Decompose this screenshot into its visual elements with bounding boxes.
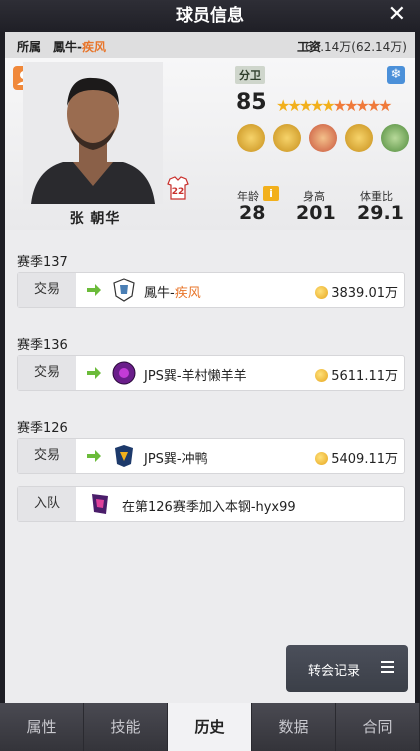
team-logo-icon xyxy=(115,445,133,467)
star-rating: ★★★★★★★★★★ xyxy=(276,96,393,115)
player-card: 22 张 朝华 分卫 ❄ 85 ★★★★★★★★★★ 年龄 i 28 身高 20… xyxy=(5,58,415,230)
coin-icon xyxy=(315,286,329,299)
arrow-right-icon xyxy=(87,284,101,296)
entry-type: 交易 xyxy=(18,273,76,307)
entry-type: 入队 xyxy=(18,487,76,521)
window-title: 球员信息 xyxy=(176,6,244,26)
history-list: 赛季137 交易 鳳牛-疾风 3839.01万 赛季136 交易 JPS巽-羊村… xyxy=(5,230,415,650)
tab-skills[interactable]: 技能 xyxy=(84,703,168,751)
close-button[interactable]: ✕ xyxy=(388,0,406,32)
jersey-number: 22 xyxy=(172,187,185,197)
season-header: 赛季136 xyxy=(17,338,68,353)
tab-history[interactable]: 历史 xyxy=(168,703,252,751)
weight-ratio-value: 29.1 xyxy=(357,202,404,224)
overall-rating: 85 xyxy=(236,90,267,115)
entry-type: 交易 xyxy=(18,356,76,390)
affiliation-label: 所属 xyxy=(17,40,42,54)
salary-value: 62.14万(62.14万) xyxy=(304,40,407,54)
tab-attributes[interactable]: 属性 xyxy=(0,703,84,751)
history-entry[interactable]: 入队 在第126赛季加入本钢-hyx99 xyxy=(17,486,405,522)
bottom-tab-bar: 属性 技能 历史 数据 合同 xyxy=(0,703,420,751)
transfer-record-label: 转会记录 xyxy=(308,664,361,679)
badge-icon[interactable] xyxy=(381,124,409,152)
arrow-right-icon xyxy=(87,367,101,379)
history-entry[interactable]: 交易 JPS巽-冲鸭 5409.11万 xyxy=(17,438,405,474)
badge-icon[interactable] xyxy=(345,124,373,152)
transfer-fee: 5409.11万 xyxy=(315,448,398,467)
history-entry[interactable]: 交易 JPS巽-羊村懒羊羊 5611.11万 xyxy=(17,355,405,391)
jersey-badge: 22 xyxy=(167,176,189,200)
team-name: JPS巽-羊村懒羊羊 xyxy=(144,369,247,384)
transfer-fee: 3839.01万 xyxy=(315,282,398,301)
badge-icon[interactable] xyxy=(273,124,301,152)
height-value: 201 xyxy=(296,202,336,224)
tab-contract[interactable]: 合同 xyxy=(336,703,420,751)
team-name[interactable]: 鳳牛-疾风 xyxy=(53,38,106,55)
player-info-panel: 所属 鳳牛-疾风 工资 62.14万(62.14万) 22 张 朝华 分卫 ❄ … xyxy=(5,32,415,703)
menu-icon xyxy=(381,661,394,673)
join-description: 在第126赛季加入本钢-hyx99 xyxy=(122,500,296,515)
team-logo-icon xyxy=(113,278,135,302)
coin-icon xyxy=(315,369,329,382)
season-header: 赛季126 xyxy=(17,421,68,436)
history-entry[interactable]: 交易 鳳牛-疾风 3839.01万 xyxy=(17,272,405,308)
tab-data[interactable]: 数据 xyxy=(252,703,336,751)
player-name: 张 朝华 xyxy=(69,211,121,227)
transfer-record-button[interactable]: 转会记录 xyxy=(286,645,408,692)
entry-type: 交易 xyxy=(18,439,76,473)
info-icon[interactable]: i xyxy=(263,186,279,201)
player-portrait xyxy=(23,62,163,204)
team-logo-icon xyxy=(112,361,136,385)
team-name: JPS巽-冲鸭 xyxy=(144,452,208,467)
star-icon: ★ xyxy=(378,96,393,115)
coin-icon xyxy=(315,452,329,465)
skill-badges xyxy=(237,124,409,154)
age-value: 28 xyxy=(239,202,266,224)
position-tag: 分卫 xyxy=(235,66,265,84)
title-bar: 球员信息 ✕ xyxy=(0,0,420,32)
transfer-fee: 5611.11万 xyxy=(315,365,398,384)
badge-icon[interactable] xyxy=(309,124,337,152)
badge-icon[interactable] xyxy=(237,124,265,152)
affiliation-salary-row: 所属 鳳牛-疾风 工资 62.14万(62.14万) xyxy=(5,32,415,58)
season-header: 赛季137 xyxy=(17,255,68,270)
team-logo-icon xyxy=(92,494,108,514)
arrow-right-icon xyxy=(87,450,101,462)
snowflake-icon[interactable]: ❄ xyxy=(387,66,405,84)
team-name: 鳳牛-疾风 xyxy=(144,286,201,301)
